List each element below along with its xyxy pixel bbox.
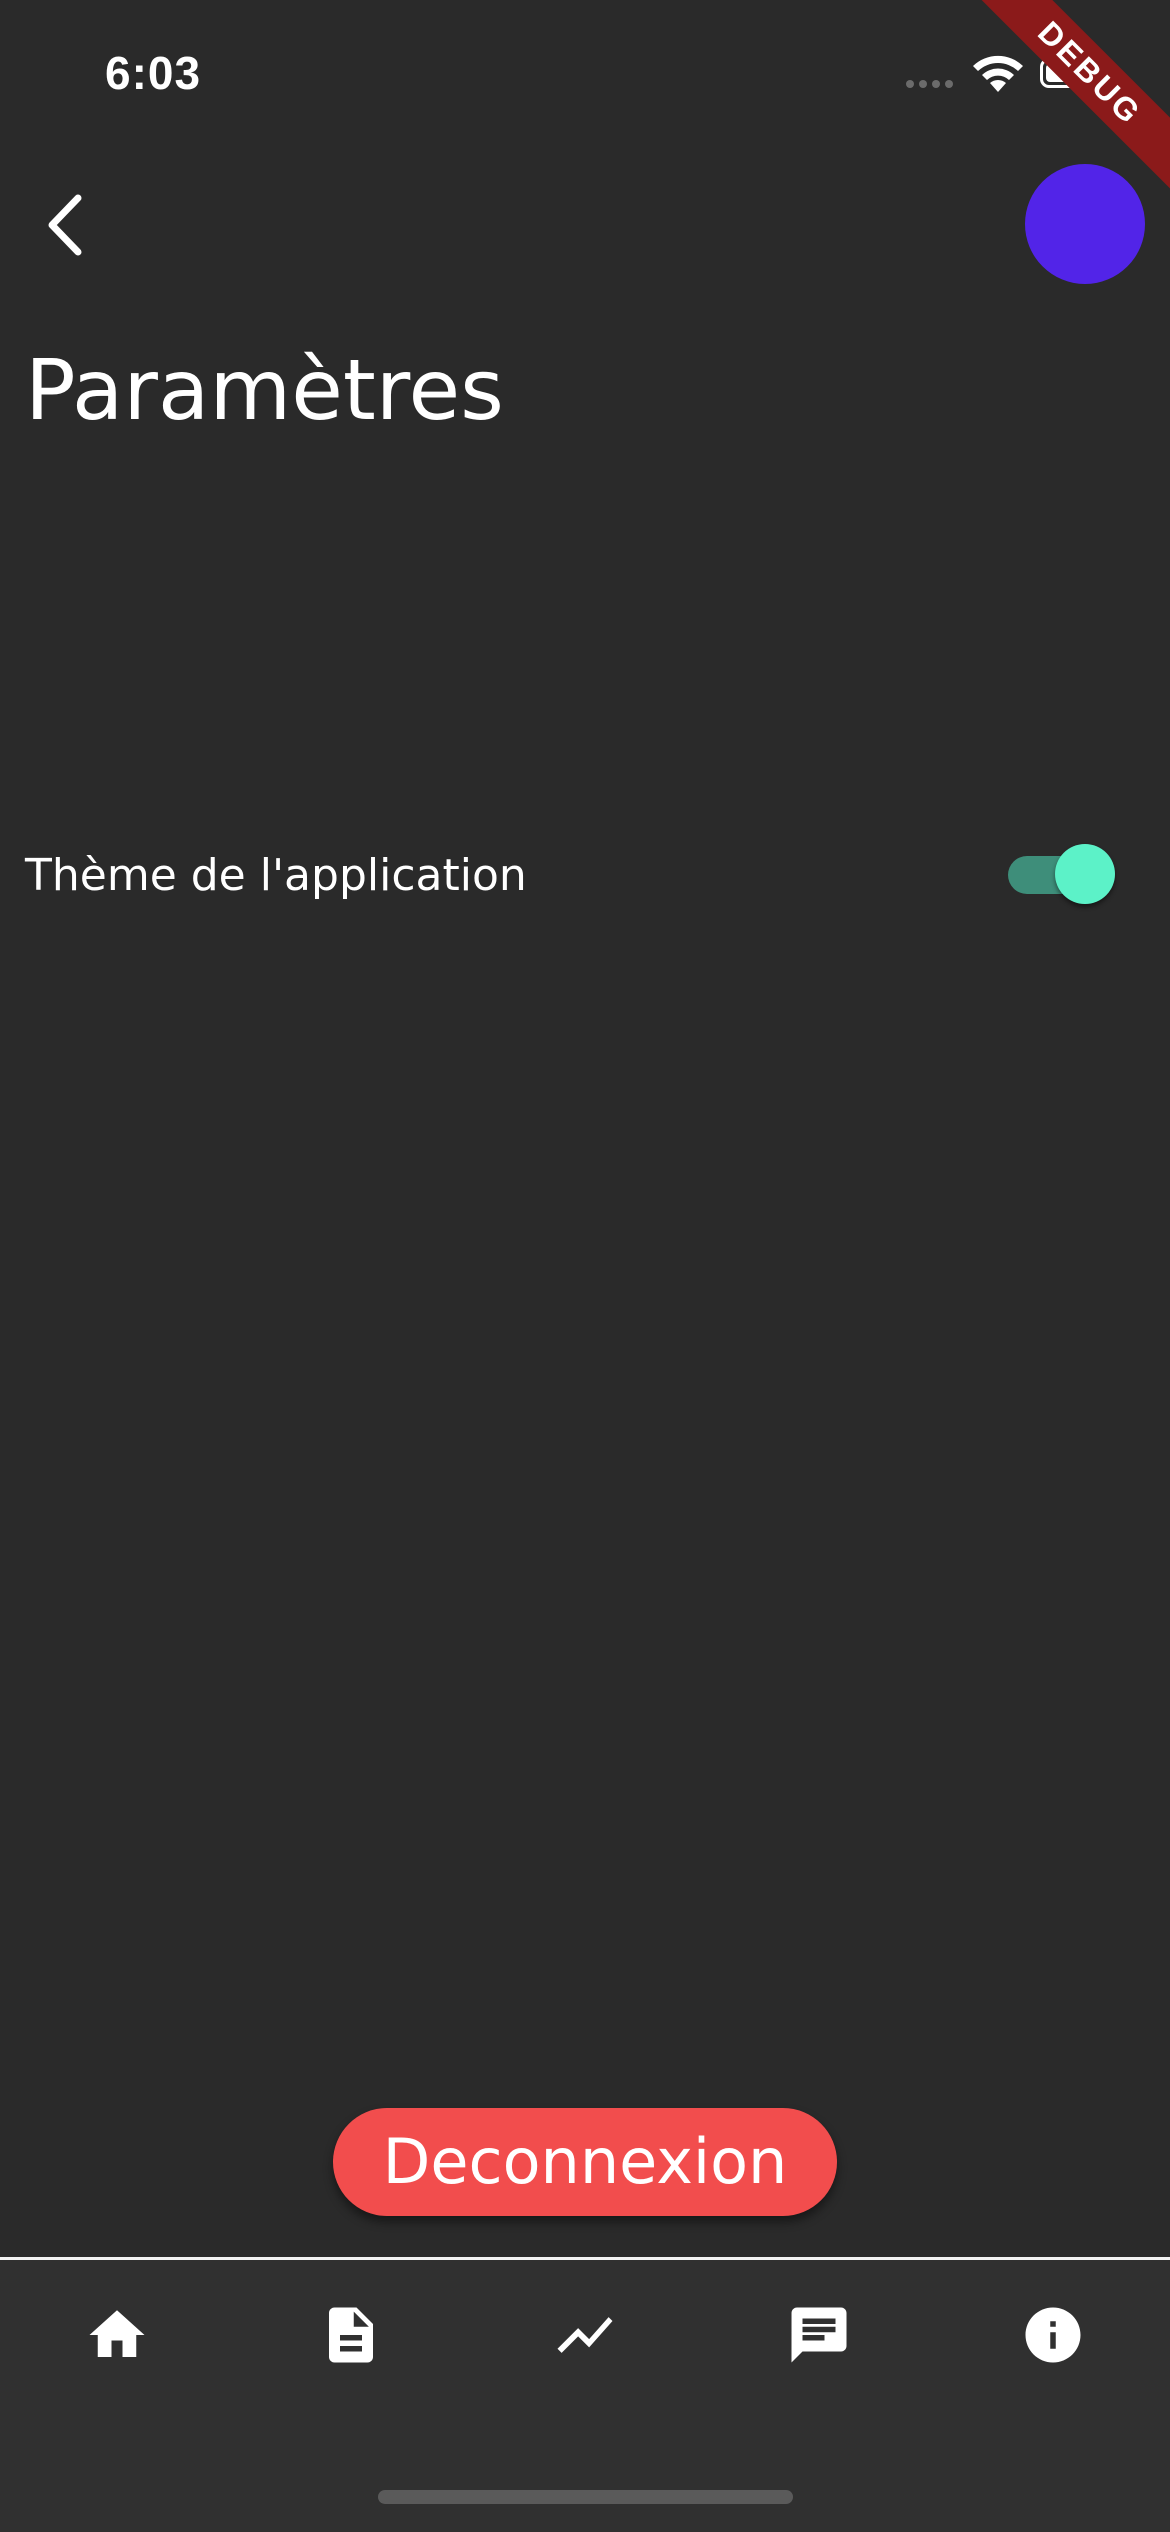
status-time: 6:03 bbox=[105, 47, 202, 99]
nav-item-info[interactable] bbox=[1008, 2290, 1098, 2380]
battery-icon bbox=[1040, 58, 1108, 88]
theme-setting-label: Thème de l'application bbox=[25, 850, 527, 901]
cellular-signal-icon bbox=[906, 80, 953, 88]
wifi-icon bbox=[973, 55, 1023, 92]
chevron-left-icon bbox=[48, 194, 82, 256]
nav-item-home[interactable] bbox=[72, 2290, 162, 2380]
logout-button[interactable]: Deconnexion bbox=[333, 2108, 837, 2216]
nav-item-stats[interactable] bbox=[540, 2290, 630, 2380]
info-icon bbox=[1025, 2307, 1081, 2363]
theme-toggle[interactable] bbox=[1005, 842, 1117, 906]
avatar[interactable] bbox=[1025, 164, 1145, 284]
settings-screen: 6:03 DEBUG Paramètres Thème de l'applica… bbox=[0, 0, 1170, 2532]
home-indicator bbox=[378, 2490, 793, 2504]
document-icon bbox=[329, 2307, 373, 2363]
theme-toggle-thumb bbox=[1055, 844, 1115, 904]
chat-icon bbox=[791, 2307, 847, 2363]
nav-item-messages[interactable] bbox=[774, 2290, 864, 2380]
theme-setting-row: Thème de l'application bbox=[0, 820, 1170, 930]
nav-item-documents[interactable] bbox=[306, 2290, 396, 2380]
trending-icon bbox=[557, 2317, 613, 2353]
status-bar: 6:03 bbox=[0, 0, 1170, 140]
back-button[interactable] bbox=[30, 180, 100, 270]
page-title: Paramètres bbox=[25, 341, 504, 439]
home-icon bbox=[89, 2310, 145, 2357]
